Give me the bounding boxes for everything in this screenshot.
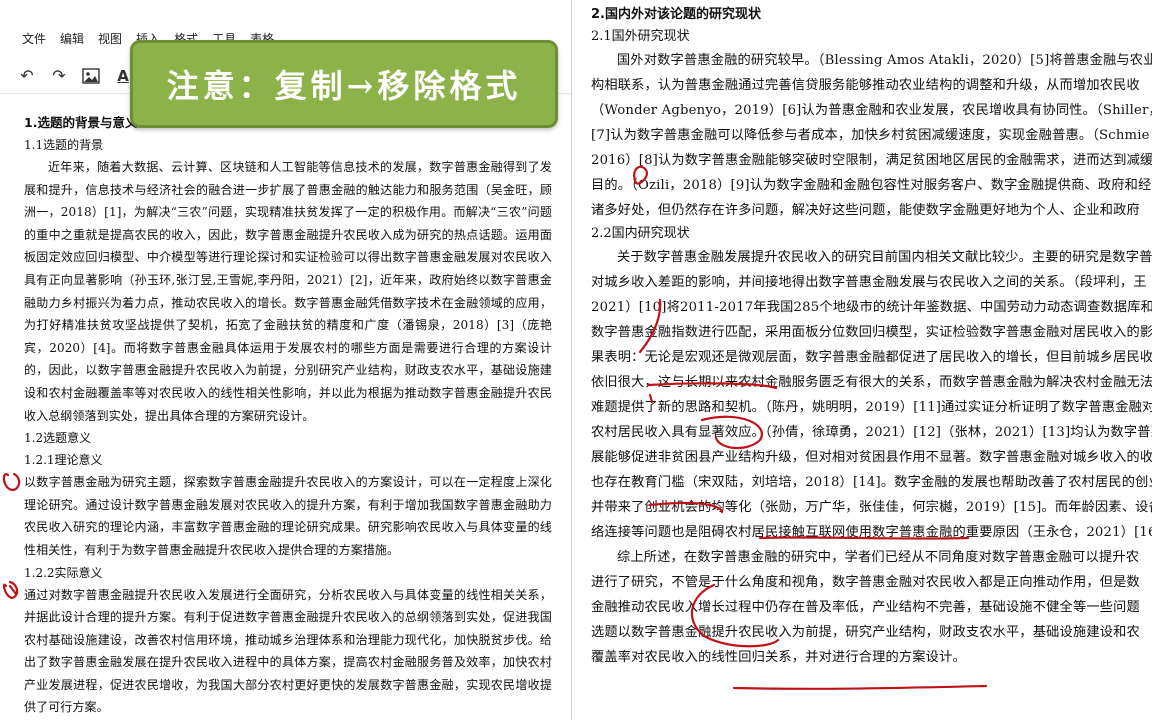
text-line: 依旧很大，这与长期以来农村金融服务匮乏有很大的关系，而数字普惠金融为解决农村金融…	[591, 375, 1152, 390]
text-line: 数字普惠金融指数进行匹配，采用面板分位数回归模型，实证检验数字普惠金融对居民收入…	[591, 325, 1152, 340]
text-line: 展能够促进非贫困县产业结构升级，但对相对贫困县作用不显著。数字普惠金融对城乡收入…	[591, 450, 1152, 465]
text-line: 选题以数字普惠金融提升农民收入为前提，研究产业结构，财政支农水平，基础设施建设和…	[591, 625, 1140, 640]
right-document-body[interactable]: 2.国内外对该论题的研究现状 2.1国外研究现状 国外对数字普惠金融的研究较早。…	[591, 4, 1152, 670]
text-line: 果表明：无论是宏观还是微观层面，数字普惠金融都促进了居民收入的增长，但目前城乡居…	[591, 350, 1152, 365]
text-line: 诸多好处，但仍然存在许多问题，解决好这些问题，能使数字金融更好地为个人、企业和政…	[591, 203, 1140, 218]
notice-banner: 注意：复制→移除格式	[130, 40, 558, 128]
text-line: 农村居民收入具有显著效应。（孙倩，徐璋勇，2021）[12]（张林，2021）[…	[591, 425, 1152, 440]
subsection-heading-1-2-1: 1.2.1理论意义	[24, 453, 103, 468]
menu-view[interactable]: 视图	[92, 28, 128, 50]
section-heading-2: 2.国内外对该论题的研究现状	[591, 7, 761, 22]
menu-file[interactable]: 文件	[16, 28, 52, 50]
text-line: 难题提供了新的思路和契机。（陈丹，姚明明，2019）[11]通过实证分析证明了数…	[591, 400, 1152, 415]
subsection-heading-1-2-2: 1.2.2实际意义	[24, 565, 103, 580]
redo-icon[interactable]: ↷	[48, 65, 70, 87]
paragraph-theory: 以数字普惠金融为研究主题，探索数字普惠金融提升农民收入的方案设计，可以在一定程度…	[24, 475, 552, 557]
subsection-heading-1-1: 1.1选题的背景	[24, 138, 104, 152]
summary-paragraph: 综上所述，在数字普惠金融的研究中，学者们已经从不同角度对数字普惠金融可以提升农进…	[591, 545, 1151, 670]
reference-document-pane: 2.国内外对该论题的研究现状 2.1国外研究现状 国外对数字普惠金融的研究较早。…	[575, 0, 1152, 720]
notice-text: 注意：复制→移除格式	[166, 67, 522, 105]
text-line: 金融推动农民收入增长过程中仍存在普及率低，产业结构不完善，基础设施不健全等一些问…	[591, 600, 1140, 615]
text-line: 进行了研究，不管是于什么角度和视角，数字普惠金融对农民收入都是正向推动作用，但是…	[591, 575, 1140, 590]
text-line: 也存在教育门槛（宋双陆，刘培培，2018）[14]。数字金融的发展也帮助改善了农…	[591, 475, 1152, 490]
font-color-label: A	[117, 66, 129, 85]
text-line: （Wonder Agbenyo，2019）[6]认为普惠金融和农业发展，农民增收…	[591, 103, 1152, 118]
text-line: 络连接等问题也是阻碍农村居民接触互联网使用数字普惠金融的重要原因（王永仓，202…	[591, 525, 1152, 540]
text-line: 关于数字普惠金融发展提升农民收入的研究目前国内相关文献比较少。主要的研究是数字普	[617, 250, 1152, 265]
domestic-research-paragraph: 关于数字普惠金融发展提升农民收入的研究目前国内相关文献比较少。主要的研究是数字普…	[591, 245, 1152, 545]
subsection-heading-2-2: 2.2国内研究现状	[591, 226, 690, 241]
image-icon[interactable]	[80, 65, 102, 87]
paragraph-background: 近年来，随着大数据、云计算、区块链和人工智能等信息技术的发展，数字普惠金融得到了…	[24, 160, 552, 423]
text-line: 综上所述，在数字普惠金融的研究中，学者们已经从不同角度对数字普惠金融可以提升农	[617, 550, 1140, 565]
text-line: 并带来了创业机会的均等化（张勋，万广华，张佳佳，何宗樾，2019）[15]。而年…	[591, 500, 1152, 515]
text-line: 2021）[10]将2011-2017年我国285个地级市的统计年鉴数据、中国劳…	[591, 300, 1152, 315]
text-line: [7]认为数字普惠金融可以降低参与者成本，加快乡村贫困减缓速度，实现金融普惠。（…	[591, 128, 1150, 143]
paragraph-practice: 通过对数字普惠金融提升农民收入发展进行全面研究，分析农民收入与具体变量的线性相关…	[24, 587, 552, 715]
subsection-heading-1-2: 1.2选题意义	[24, 431, 92, 446]
text-line: 2016）[8]认为数字普惠金融能够突破时空限制，满足贫困地区居民的金融需求，进…	[591, 153, 1152, 168]
left-document-body[interactable]: 1.选题的背景与意义 1.1选题的背景 近年来，随着大数据、云计算、区块链和人工…	[24, 108, 552, 719]
text-line: 国外对数字普惠金融的研究较早。（Blessing Amos Atakli，202…	[617, 53, 1152, 68]
menu-edit[interactable]: 编辑	[54, 28, 90, 50]
subsection-heading-2-1: 2.1国外研究现状	[591, 29, 690, 44]
text-line: 覆盖率对农民收入的线性回归关系，并对进行合理的方案设计。	[591, 650, 966, 665]
foreign-research-paragraph: 国外对数字普惠金融的研究较早。（Blessing Amos Atakli，202…	[591, 48, 1152, 223]
text-line: 目的。（Ozili，2018）[9]认为数字金融和金融包容性对服务客户、数字金融…	[591, 178, 1152, 193]
text-line: 构相联系，认为普惠金融通过完善信贷服务能够推动农业结构的调整和升级，从而增加农民…	[591, 78, 1140, 93]
text-line: 对城乡收入差距的影响，并间接地得出数字普惠金融发展与农民收入之间的关系。（段坪利…	[591, 275, 1147, 290]
undo-icon[interactable]: ↶	[16, 65, 38, 87]
